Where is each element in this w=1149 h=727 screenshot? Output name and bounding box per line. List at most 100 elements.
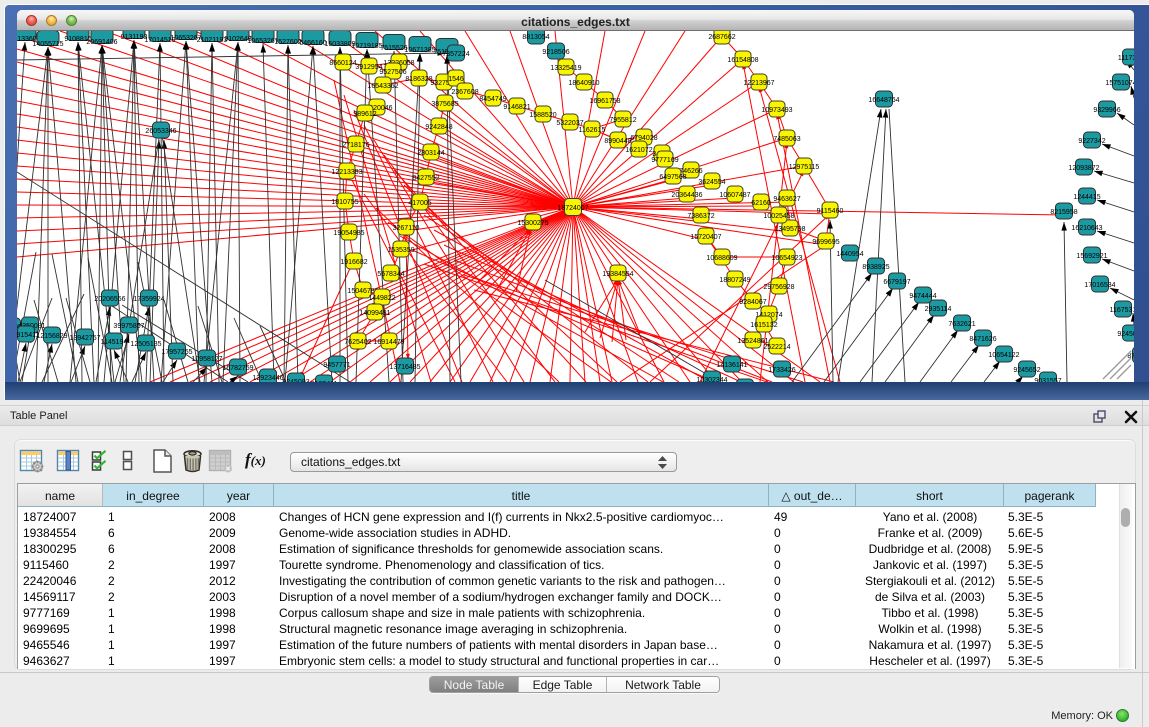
svg-text:18807249: 18807249 bbox=[719, 277, 750, 284]
svg-text:9527506: 9527506 bbox=[379, 69, 406, 76]
svg-text:12923446: 12923446 bbox=[252, 375, 283, 382]
svg-text:8471626: 8471626 bbox=[969, 336, 996, 343]
svg-text:9115460: 9115460 bbox=[817, 208, 844, 215]
svg-text:13716485: 13716485 bbox=[389, 364, 420, 371]
svg-text:9329966: 9329966 bbox=[1093, 107, 1120, 114]
svg-text:5322037: 5322037 bbox=[556, 120, 583, 127]
svg-text:10654923: 10654923 bbox=[771, 255, 802, 262]
svg-text:20364436: 20364436 bbox=[671, 192, 702, 199]
svg-text:19054985: 19054985 bbox=[333, 230, 364, 237]
svg-text:3875685: 3875685 bbox=[431, 101, 458, 108]
svg-text:1527602: 1527602 bbox=[274, 39, 301, 46]
svg-text:1449822: 1449822 bbox=[368, 295, 395, 302]
svg-text:17957255: 17957255 bbox=[161, 349, 192, 356]
svg-text:8427552: 8427552 bbox=[412, 175, 439, 182]
svg-text:8186328: 8186328 bbox=[405, 76, 432, 83]
svg-text:16648764: 16648764 bbox=[868, 97, 899, 104]
svg-text:12505135: 12505135 bbox=[130, 341, 161, 348]
svg-text:18640910: 18640910 bbox=[568, 80, 599, 87]
svg-text:13495798: 13495798 bbox=[774, 226, 805, 233]
svg-text:7625402: 7625402 bbox=[344, 339, 371, 346]
svg-text:12156829: 12156829 bbox=[36, 333, 67, 340]
svg-text:1916682: 1916682 bbox=[340, 259, 367, 266]
svg-text:15692921: 15692921 bbox=[1076, 253, 1107, 260]
svg-text:1440954: 1440954 bbox=[836, 251, 863, 258]
svg-text:16914479: 16914479 bbox=[373, 339, 404, 346]
svg-text:16782759: 16782759 bbox=[222, 365, 253, 372]
svg-text:26053346: 26053346 bbox=[145, 128, 176, 135]
svg-text:1810755: 1810755 bbox=[331, 199, 358, 206]
svg-text:12975115: 12975115 bbox=[789, 164, 820, 171]
svg-text:417005: 417005 bbox=[408, 200, 431, 207]
svg-text:10654122: 10654122 bbox=[988, 352, 1019, 359]
svg-text:17016534: 17016534 bbox=[1084, 282, 1115, 289]
svg-text:7386372: 7386372 bbox=[687, 213, 714, 220]
svg-text:9284067: 9284067 bbox=[739, 299, 766, 306]
svg-text:9474444: 9474444 bbox=[909, 293, 936, 300]
svg-text:2935114: 2935114 bbox=[925, 306, 952, 313]
svg-text:989612: 989612 bbox=[353, 111, 376, 118]
svg-text:13325419: 13325419 bbox=[550, 65, 581, 72]
svg-text:12213967: 12213967 bbox=[743, 80, 774, 87]
svg-text:14136141: 14136141 bbox=[716, 362, 747, 369]
svg-text:9245652: 9245652 bbox=[1013, 367, 1040, 374]
svg-text:6497568: 6497568 bbox=[659, 174, 686, 181]
svg-text:17359924: 17359924 bbox=[133, 296, 164, 303]
svg-text:13942757: 13942757 bbox=[69, 335, 100, 342]
svg-text:10671385: 10671385 bbox=[404, 47, 435, 54]
svg-text:10025458: 10025458 bbox=[763, 213, 794, 220]
svg-text:10607487: 10607487 bbox=[719, 192, 750, 199]
svg-text:29756928: 29756928 bbox=[763, 284, 794, 291]
svg-text:9227342: 9227342 bbox=[1078, 138, 1105, 145]
svg-text:10719185: 10719185 bbox=[351, 43, 382, 50]
svg-text:9463627: 9463627 bbox=[773, 196, 800, 203]
svg-text:12213383: 12213383 bbox=[331, 169, 362, 176]
svg-text:9146821: 9146821 bbox=[503, 104, 530, 111]
svg-text:6679197: 6679197 bbox=[883, 279, 910, 286]
svg-text:2522214: 2522214 bbox=[763, 344, 790, 351]
svg-text:9242848: 9242848 bbox=[425, 124, 452, 131]
svg-text:2718176: 2718176 bbox=[342, 142, 369, 149]
svg-text:8813054: 8813054 bbox=[522, 34, 549, 41]
svg-text:6466160: 6466160 bbox=[299, 40, 326, 47]
svg-text:16543362: 16543362 bbox=[367, 83, 398, 90]
svg-text:9457771: 9457771 bbox=[323, 362, 350, 369]
svg-text:7357224: 7357224 bbox=[442, 51, 469, 58]
svg-text:9031557: 9031557 bbox=[1034, 378, 1061, 382]
svg-text:3267110: 3267110 bbox=[393, 225, 420, 232]
svg-text:14099481: 14099481 bbox=[359, 310, 390, 317]
svg-text:7955812: 7955812 bbox=[609, 117, 636, 124]
svg-text:1588520: 1588520 bbox=[529, 112, 556, 119]
svg-text:12093872: 12093872 bbox=[1068, 165, 1099, 172]
svg-text:19384554: 19384554 bbox=[602, 271, 633, 278]
svg-text:9218506: 9218506 bbox=[542, 49, 569, 56]
svg-text:8660124: 8660124 bbox=[329, 60, 356, 67]
svg-text:8215958: 8215958 bbox=[1050, 209, 1077, 216]
svg-text:15300275: 15300275 bbox=[517, 220, 548, 227]
svg-text:8938925: 8938925 bbox=[862, 264, 889, 271]
svg-text:14055715: 14055715 bbox=[32, 41, 63, 48]
svg-text:10958127: 10958127 bbox=[191, 356, 222, 363]
svg-text:1621072: 1621072 bbox=[625, 147, 652, 154]
svg-text:16154808: 16154808 bbox=[727, 57, 758, 64]
svg-text:8123411: 8123411 bbox=[311, 381, 338, 382]
svg-text:7485063: 7485063 bbox=[773, 136, 800, 143]
svg-text:15751074: 15751074 bbox=[1105, 80, 1134, 87]
svg-text:9699695: 9699695 bbox=[812, 239, 839, 246]
svg-text:7632621: 7632621 bbox=[948, 321, 975, 328]
svg-text:1167531: 1167531 bbox=[1110, 307, 1134, 314]
svg-text:2687662: 2687662 bbox=[708, 34, 735, 41]
svg-text:10973493: 10973493 bbox=[761, 107, 792, 114]
svg-text:15720407: 15720407 bbox=[690, 234, 721, 241]
svg-text:1615132: 1615132 bbox=[750, 322, 777, 329]
svg-text:1162615: 1162615 bbox=[579, 127, 606, 134]
svg-text:1535359: 1535359 bbox=[387, 247, 414, 254]
svg-text:21021193: 21021193 bbox=[197, 37, 228, 44]
svg-text:39975857: 39975857 bbox=[113, 323, 144, 330]
svg-text:10688609: 10688609 bbox=[706, 255, 737, 262]
svg-text:16961758: 16961758 bbox=[589, 98, 620, 105]
svg-text:8990448: 8990448 bbox=[604, 138, 631, 145]
svg-text:3624554: 3624554 bbox=[698, 179, 725, 186]
svg-text:12302344: 12302344 bbox=[696, 377, 727, 382]
svg-text:9777169: 9777169 bbox=[651, 157, 678, 164]
